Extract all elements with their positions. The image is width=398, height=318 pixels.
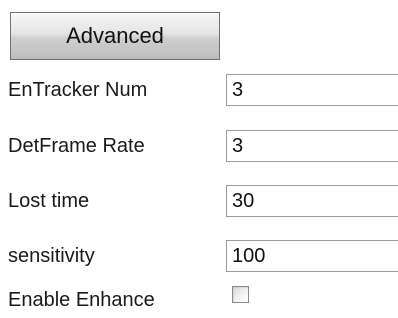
enable-enhance-label: Enable Enhance [8,289,155,311]
advanced-button[interactable]: Advanced [10,12,220,60]
sensitivity-label: sensitivity [8,245,95,267]
lost-time-input[interactable] [226,185,398,217]
entracker-num-input[interactable] [226,74,398,106]
enable-enhance-checkbox[interactable] [232,286,249,303]
entracker-num-label: EnTracker Num [8,79,148,101]
detframe-rate-label: DetFrame Rate [8,135,145,157]
sensitivity-input[interactable] [226,240,398,272]
lost-time-label: Lost time [8,190,90,212]
detframe-rate-input[interactable] [226,130,398,162]
